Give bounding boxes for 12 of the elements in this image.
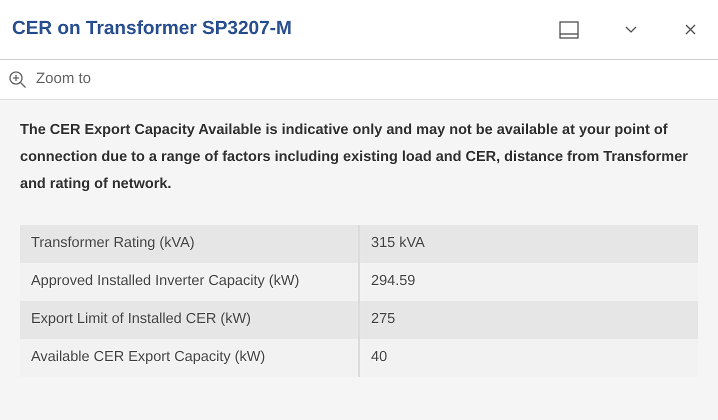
- zoom-to-button[interactable]: Zoom to: [8, 68, 92, 91]
- table-cell: Available CER Export Capacity (kW): [20, 339, 360, 377]
- close-icon: [684, 24, 696, 35]
- table-cell-text: 40: [370, 348, 388, 368]
- notice-text: The CER Export Capacity Available is indicative only and may not be available at your point of connection due to a range of factors including existing load and CER, distance from Transformer and rating of network.: [20, 121, 689, 194]
- table-cell-text: 275: [370, 310, 396, 330]
- table-cell-text: 315 kVA: [370, 234, 426, 254]
- window-title: CER on Transformer SP3207-M: [12, 17, 293, 42]
- zoom-in-icon: [8, 70, 28, 90]
- dock-icon: [559, 20, 579, 38]
- chevron-down-icon: [625, 26, 637, 34]
- table-cell-text: 294.59: [370, 272, 416, 292]
